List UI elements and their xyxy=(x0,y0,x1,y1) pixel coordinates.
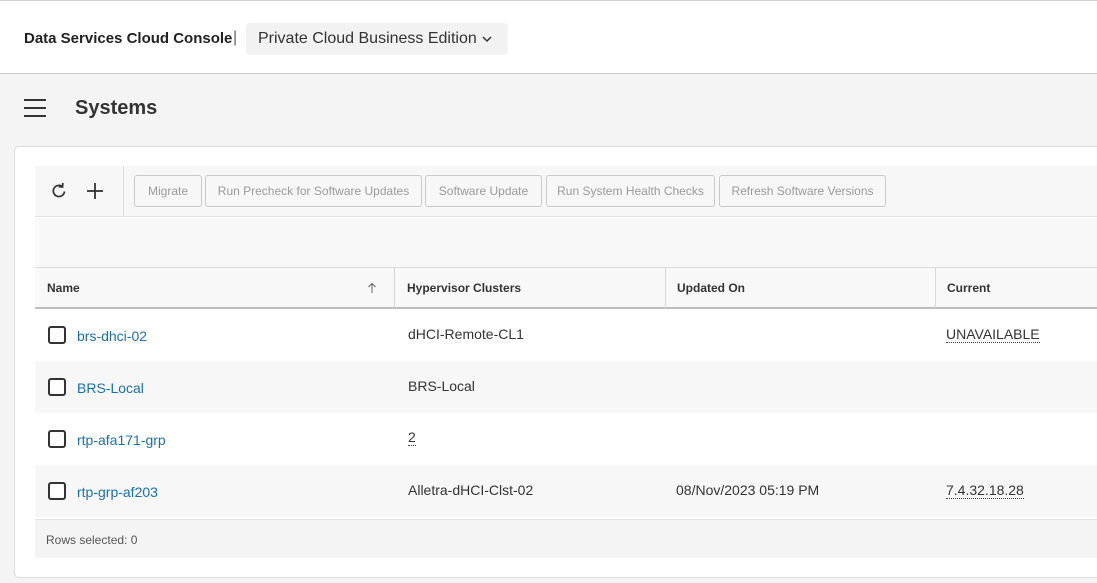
edition-dropdown[interactable]: Private Cloud Business Edition xyxy=(246,23,508,55)
hamburger-menu-icon[interactable] xyxy=(24,99,46,117)
brand-separator: | xyxy=(233,29,238,46)
row-checkbox[interactable] xyxy=(48,482,66,500)
toolbar-spacer xyxy=(35,218,1097,267)
app-title: Data Services Cloud Console xyxy=(24,30,233,47)
table-row[interactable]: rtp-grp-af203 Alletra-dHCI-Clst-02 08/No… xyxy=(35,465,1097,517)
table-row[interactable]: rtp-afa171-grp 2 xyxy=(35,413,1097,465)
column-header-current[interactable]: Current xyxy=(947,268,990,308)
hypervisor-cluster-cell: dHCI-Remote-CL1 xyxy=(408,326,524,342)
table-row[interactable]: brs-dhci-02 dHCI-Remote-CL1 UNAVAILABLE xyxy=(35,309,1097,361)
table-header: Name Hypervisor Clusters Updated On Curr… xyxy=(35,267,1097,309)
migrate-button[interactable]: Migrate xyxy=(134,175,202,207)
system-name-link[interactable]: brs-dhci-02 xyxy=(77,328,147,344)
systems-card: Migrate Run Precheck for Software Update… xyxy=(14,146,1097,578)
column-divider[interactable] xyxy=(394,268,395,308)
plus-icon[interactable] xyxy=(85,181,105,201)
column-header-name[interactable]: Name xyxy=(47,268,80,308)
chevron-down-icon xyxy=(482,36,492,43)
system-name-link[interactable]: rtp-afa171-grp xyxy=(77,432,166,448)
hypervisor-cluster-count[interactable]: 2 xyxy=(408,430,416,446)
refresh-software-versions-button[interactable]: Refresh Software Versions xyxy=(719,175,886,207)
system-name-link[interactable]: rtp-grp-af203 xyxy=(77,484,158,500)
system-name-link[interactable]: BRS-Local xyxy=(77,380,144,396)
run-health-checks-button[interactable]: Run System Health Checks xyxy=(546,175,715,207)
software-update-button[interactable]: Software Update xyxy=(425,175,542,207)
row-checkbox[interactable] xyxy=(48,430,66,448)
column-divider[interactable] xyxy=(935,268,936,308)
column-header-updated-on[interactable]: Updated On xyxy=(677,268,745,308)
current-version-cell[interactable]: UNAVAILABLE xyxy=(946,327,1040,343)
current-version-cell[interactable]: 7.4.32.18.28 xyxy=(946,483,1024,499)
row-checkbox[interactable] xyxy=(48,378,66,396)
row-checkbox[interactable] xyxy=(48,326,66,344)
column-divider[interactable] xyxy=(665,268,666,308)
page-title: Systems xyxy=(75,97,158,119)
toolbar-divider xyxy=(123,166,124,216)
top-header: Data Services Cloud Console | Private Cl… xyxy=(0,0,1097,74)
table-row[interactable]: BRS-Local BRS-Local xyxy=(35,361,1097,413)
refresh-icon[interactable] xyxy=(49,181,69,201)
arrow-up-icon[interactable] xyxy=(366,282,378,294)
table-toolbar: Migrate Run Precheck for Software Update… xyxy=(35,166,1097,217)
column-header-hypervisor-clusters[interactable]: Hypervisor Clusters xyxy=(407,268,521,308)
hypervisor-cluster-cell: BRS-Local xyxy=(408,378,475,394)
rows-selected-count: Rows selected: 0 xyxy=(46,533,138,547)
run-precheck-button[interactable]: Run Precheck for Software Updates xyxy=(205,175,422,207)
hypervisor-cluster-cell: Alletra-dHCI-Clst-02 xyxy=(408,482,534,498)
table-footer: Rows selected: 0 xyxy=(35,519,1097,558)
edition-label: Private Cloud Business Edition xyxy=(258,30,477,47)
updated-on-cell: 08/Nov/2023 05:19 PM xyxy=(676,482,820,498)
